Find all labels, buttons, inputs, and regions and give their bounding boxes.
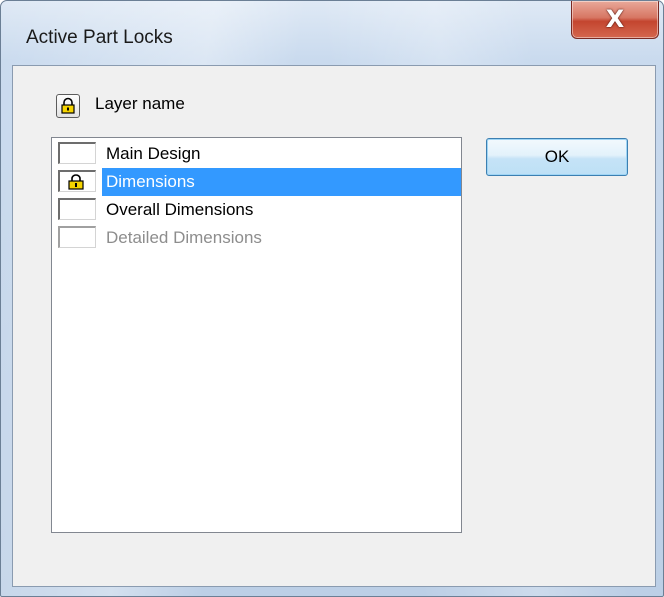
layer-name: Detailed Dimensions (106, 228, 262, 247)
list-item[interactable]: Main Design (58, 140, 461, 168)
list-item[interactable]: Overall Dimensions (58, 196, 461, 224)
lock-icon (68, 174, 84, 190)
dialog-client-area: Layer name Main Design Dimensions Overal… (12, 65, 656, 587)
layer-name: Main Design (106, 144, 201, 163)
close-button[interactable]: X (571, 1, 659, 39)
lock-icon (61, 97, 75, 114)
lock-checkbox[interactable] (58, 226, 96, 248)
window-title: Active Part Locks (26, 27, 173, 48)
list-item[interactable]: Dimensions (58, 168, 461, 196)
dialog-window: Active Part Locks X Layer name Main Desi… (0, 0, 664, 597)
lock-checkbox[interactable] (58, 170, 96, 192)
ok-button[interactable]: OK (486, 138, 628, 176)
lock-checkbox[interactable] (58, 142, 96, 164)
lock-checkbox[interactable] (58, 198, 96, 220)
close-icon: X (605, 5, 625, 33)
list-item[interactable]: Detailed Dimensions (58, 224, 461, 252)
layer-list[interactable]: Main Design Dimensions Overall Dimension… (51, 137, 462, 533)
title-bar[interactable]: Active Part Locks X (1, 1, 663, 65)
layer-name-header: Layer name (95, 94, 185, 113)
layer-name: Dimensions (102, 168, 461, 196)
lock-column-header[interactable] (56, 94, 80, 118)
layer-name: Overall Dimensions (106, 200, 254, 219)
